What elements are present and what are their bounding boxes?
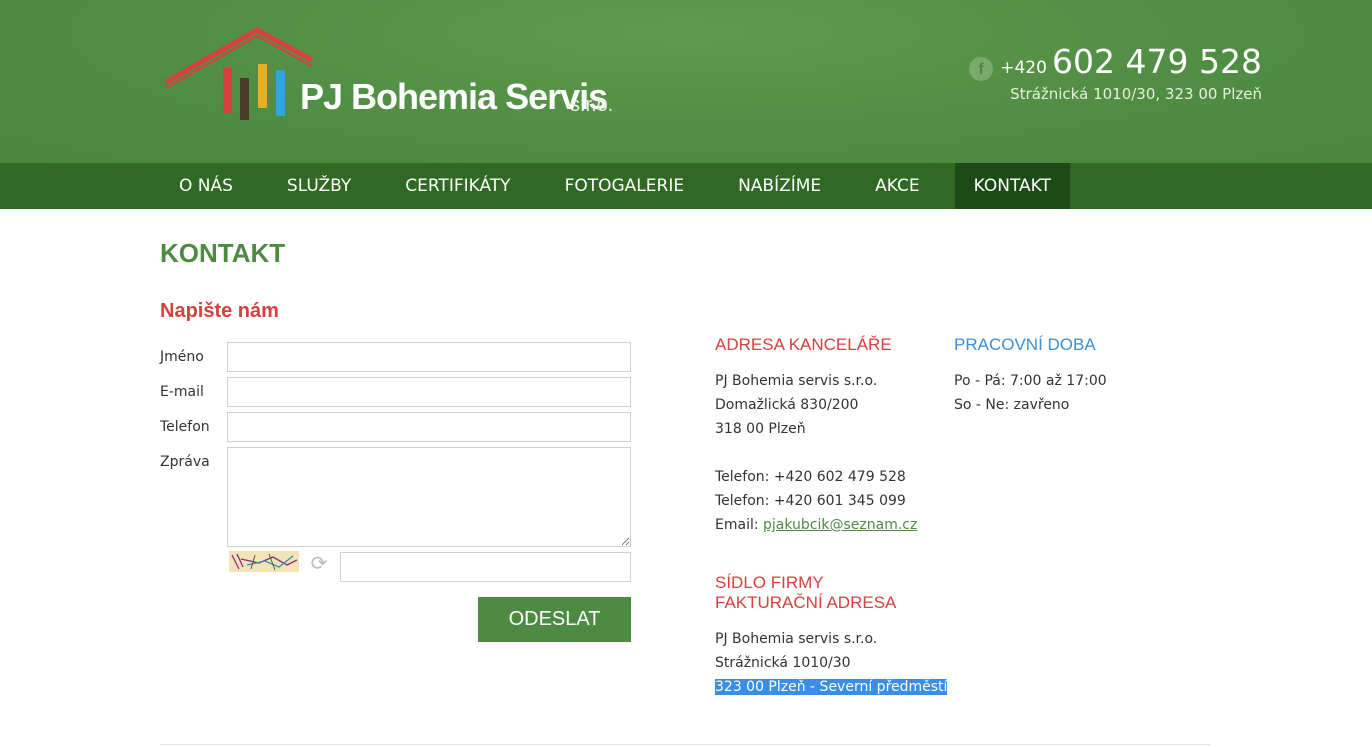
nav-item-certifikaty[interactable]: CERTIFIKÁTY: [386, 163, 529, 209]
nav-item-akce[interactable]: AKCE: [856, 163, 938, 209]
billing-heading: FAKTURAČNÍ ADRESA: [715, 593, 897, 612]
nav-item-fotogalerie[interactable]: FOTOGALERIE: [546, 163, 704, 209]
office-city: 318 00 Plzeň: [715, 421, 806, 437]
captcha-image: [229, 551, 299, 572]
office-email-row: Email: pjakubcik@seznam.cz: [715, 517, 917, 533]
brand-name[interactable]: PJ Bohemia Servis: [300, 76, 608, 118]
hours-weekend: So - Ne: zavřeno: [954, 397, 1070, 413]
submit-button[interactable]: ODESLAT: [478, 597, 631, 642]
seat-city: 323 00 Plzeň - Severní předměstí: [715, 679, 948, 695]
office-street: Domažlická 830/200: [715, 397, 859, 413]
office-company: PJ Bohemia servis s.r.o.: [715, 373, 878, 389]
message-field[interactable]: [227, 447, 631, 547]
brand-suffix: s.r.o.: [570, 94, 614, 116]
phone-prefix: +420: [1000, 58, 1047, 78]
form-title: Napište nám: [160, 300, 279, 322]
captcha-field[interactable]: [340, 552, 631, 582]
email-field[interactable]: [227, 377, 631, 407]
header-address: Strážnická 1010/30, 323 00 Plzeň: [1010, 85, 1262, 103]
phone-field[interactable]: [227, 412, 631, 442]
nav-item-o-nas[interactable]: O NÁS: [160, 163, 252, 209]
nav-item-sluzby[interactable]: SLUŽBY: [268, 163, 370, 209]
site-header: PJ Bohemia Servis s.r.o. f +420 602 479 …: [0, 0, 1372, 163]
seat-street: Strážnická 1010/30: [715, 655, 851, 671]
office-email-link[interactable]: pjakubcik@seznam.cz: [763, 517, 917, 533]
hours-heading: PRACOVNÍ DOBA: [954, 335, 1096, 354]
office-phone-1: Telefon: +420 602 479 528: [715, 469, 906, 485]
name-field[interactable]: [227, 342, 631, 372]
name-label: Jméno: [160, 349, 204, 365]
phone-label: Telefon: [160, 419, 210, 435]
office-heading: ADRESA KANCELÁŘE: [715, 335, 892, 354]
page-title: KONTAKT: [160, 238, 286, 268]
message-label: Zpráva: [160, 454, 210, 470]
main-nav: O NÁS SLUŽBY CERTIFIKÁTY FOTOGALERIE NAB…: [0, 163, 1372, 209]
selected-text: 323 00 Plzeň - Severní předměstí: [715, 679, 948, 695]
seat-company: PJ Bohemia servis s.r.o.: [715, 631, 878, 647]
facebook-icon[interactable]: f: [969, 57, 993, 81]
office-email-label: Email:: [715, 517, 764, 533]
header-phone: +420 602 479 528: [1000, 42, 1262, 81]
nav-item-nabizime[interactable]: NABÍZÍME: [719, 163, 840, 209]
office-phone-2: Telefon: +420 601 345 099: [715, 493, 906, 509]
footer-divider: [160, 744, 1210, 745]
refresh-captcha-icon[interactable]: ⟳: [307, 551, 331, 575]
seat-heading: SÍDLO FIRMY: [715, 573, 824, 592]
hours-weekdays: Po - Pá: 7:00 až 17:00: [954, 373, 1107, 389]
nav-item-kontakt[interactable]: KONTAKT: [954, 163, 1070, 209]
email-label: E-mail: [160, 384, 204, 400]
phone-number: 602 479 528: [1052, 42, 1262, 81]
